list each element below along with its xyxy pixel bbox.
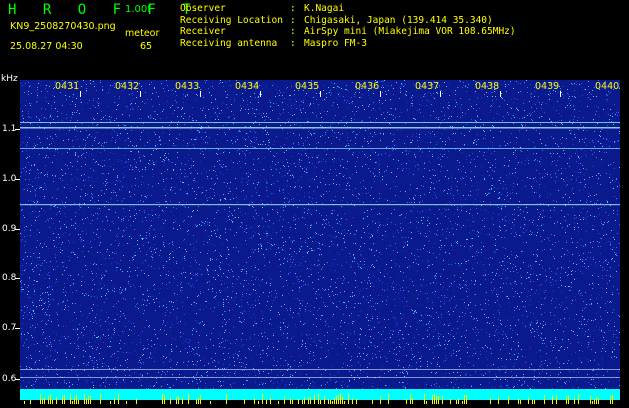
time-tick xyxy=(80,91,81,97)
meteor-label: meteor xyxy=(125,28,160,39)
time-tick xyxy=(260,91,261,97)
time-tick xyxy=(380,91,381,97)
info-key: Receiving antenna xyxy=(180,37,278,49)
time-tick xyxy=(320,91,321,97)
time-label: 0437 xyxy=(415,81,440,92)
header: H R O F F T 1.00f KN9_2508270430.png met… xyxy=(0,0,629,80)
time-label: 0433 xyxy=(175,81,200,92)
datetime-label: 25.08.27 04:30 xyxy=(10,41,83,52)
info-colon: : xyxy=(290,14,296,26)
time-tick xyxy=(440,91,441,97)
time-label: 0435 xyxy=(295,81,320,92)
power-band-canvas xyxy=(24,394,613,404)
time-label: 0439 xyxy=(535,81,560,92)
info-row: Observer: K.Nagai xyxy=(180,3,516,15)
y-axis-unit: kHz xyxy=(1,74,18,84)
info-key: Observer xyxy=(180,3,226,14)
info-value: AirSpy mini (Miakejima VOR 108.65MHz) xyxy=(304,26,516,37)
time-tick xyxy=(140,91,141,97)
info-key: Receiving Location xyxy=(180,14,283,26)
info-value: K.Nagai xyxy=(304,3,345,14)
file-name: KN9_2508270430.png xyxy=(10,21,116,32)
info-value: Maspro FM-3 xyxy=(304,37,367,49)
time-tick xyxy=(560,91,561,97)
spectrogram xyxy=(20,80,620,389)
info-row: Receiver: AirSpy mini (Miakejima VOR 108.… xyxy=(180,26,516,38)
version-label: 1.00f xyxy=(125,4,151,15)
info-row: Receiving antenna: Maspro FM-3 xyxy=(180,38,516,50)
time-tick xyxy=(200,91,201,97)
time-tick xyxy=(500,91,501,97)
time-label: 0431 xyxy=(55,81,80,92)
meteor-count: 65 xyxy=(140,41,153,52)
info-colon: : xyxy=(290,26,296,37)
info-colon: : xyxy=(290,3,296,14)
info-key: Receiver xyxy=(180,26,226,37)
right-margin xyxy=(620,80,629,400)
time-label: 0436 xyxy=(355,81,380,92)
info-panel: Observer: K.Nagai Receiving Location: Chig… xyxy=(180,3,516,49)
app-title: H R O F F T xyxy=(8,2,200,18)
spectrogram-canvas xyxy=(20,80,620,389)
info-colon: : xyxy=(290,37,296,49)
power-band xyxy=(20,389,620,404)
info-row: Receiving Location: Chigasaki, Japan (139… xyxy=(180,15,516,27)
time-label: 0432 xyxy=(115,81,140,92)
time-label: 0434 xyxy=(235,81,260,92)
time-label: 0438 xyxy=(475,81,500,92)
time-label: 0440 xyxy=(595,81,620,92)
info-value: Chigasaki, Japan (139.414 35.340) xyxy=(304,14,493,26)
